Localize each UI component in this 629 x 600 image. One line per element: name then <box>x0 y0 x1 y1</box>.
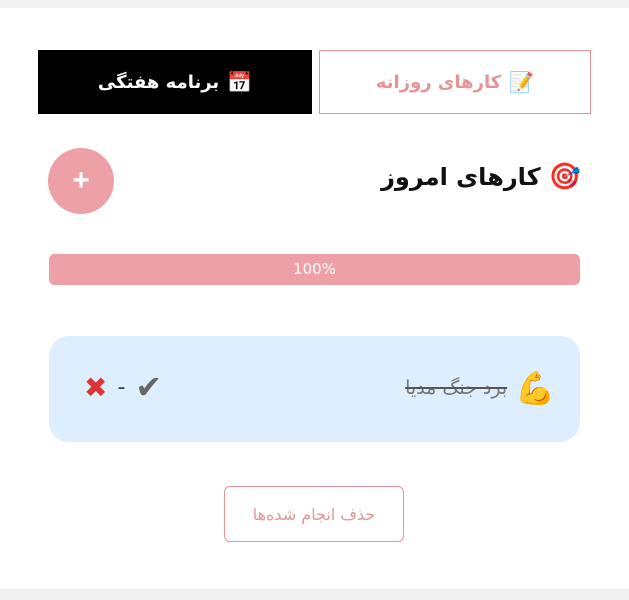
header-row: + 🎯 کارهای امروز <box>48 148 581 214</box>
target-icon: 🎯 <box>548 162 581 192</box>
calendar-icon: 📅 <box>227 70 253 94</box>
tab-weekly-label: برنامه هفتگی <box>97 71 220 93</box>
add-task-button[interactable]: + <box>48 148 114 214</box>
task-content: 💪 برد جنگ مدیا <box>405 372 555 404</box>
top-strip <box>0 0 629 8</box>
page-title: 🎯 کارهای امروز <box>381 163 581 191</box>
tab-daily-label: کارهای روزانه <box>375 71 502 93</box>
bottom-strip <box>0 589 629 600</box>
progress-bar: 100% <box>49 254 580 285</box>
task-actions: ✖ - ✔ <box>84 368 162 406</box>
tab-daily-tasks[interactable]: 📝 کارهای روزانه <box>319 50 591 114</box>
page-title-text: کارهای امروز <box>381 163 541 191</box>
task-text: برد جنگ مدیا <box>405 377 508 399</box>
progress-label: 100% <box>293 260 336 278</box>
delete-icon[interactable]: ✖ <box>84 371 107 404</box>
tab-weekly-schedule[interactable]: 📅 برنامه هفتگی <box>38 50 312 114</box>
flexed-biceps-icon: 💪 <box>515 369 555 407</box>
task-item: 💪 برد جنگ مدیا ✖ - ✔ <box>49 336 580 442</box>
memo-icon: 📝 <box>509 70 535 94</box>
clear-completed-button[interactable]: حذف انجام شده‌ها <box>224 486 404 542</box>
tab-bar: 📅 برنامه هفتگی 📝 کارهای روزانه <box>38 50 591 114</box>
check-icon[interactable]: ✔ <box>135 368 162 406</box>
action-separator: - <box>117 374 126 400</box>
